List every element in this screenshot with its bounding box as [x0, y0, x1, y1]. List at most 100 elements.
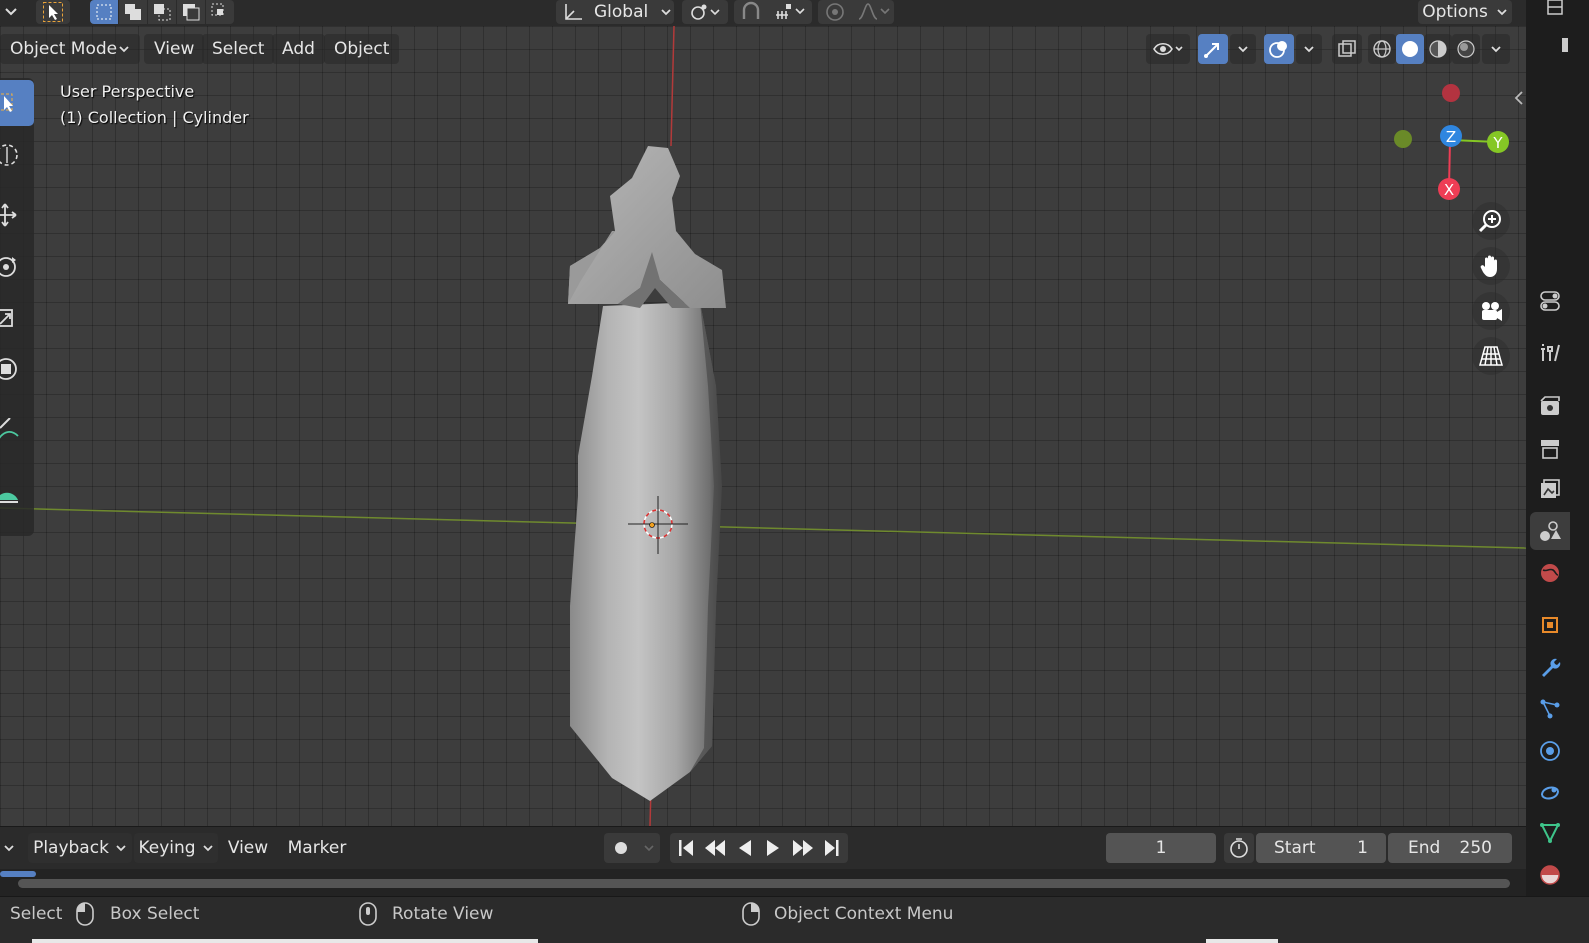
navigation-gizmo[interactable]: Z Y X — [1390, 76, 1526, 216]
sidebar-toggle-icon[interactable] — [1512, 88, 1526, 108]
output-tab-icon[interactable] — [1530, 430, 1570, 468]
visibility-dropdown[interactable] — [1146, 34, 1190, 64]
object-tab-icon[interactable] — [1530, 606, 1570, 644]
render-tab-icon[interactable] — [1530, 388, 1570, 426]
jump-start-icon[interactable] — [679, 840, 693, 856]
xray-toggle-icon[interactable] — [1332, 34, 1362, 64]
shading-dropdown[interactable] — [1482, 34, 1510, 64]
object-menu[interactable]: Object — [324, 34, 400, 64]
move-tool-icon[interactable] — [0, 192, 34, 238]
status-context-menu-label: Object Context Menu — [774, 904, 954, 924]
select-box-tool-icon[interactable] — [0, 80, 34, 126]
select-menu[interactable]: Select — [202, 34, 275, 64]
chevron-down-icon — [1491, 46, 1501, 53]
gizmo-x-axis[interactable]: X — [1438, 178, 1460, 200]
negative-y-dot[interactable] — [1394, 130, 1412, 148]
perspective-toggle-icon[interactable] — [1472, 337, 1510, 375]
marker-menu[interactable]: Marker — [282, 833, 352, 863]
gizmo-dropdown[interactable] — [1230, 34, 1256, 64]
play-reverse-icon[interactable] — [739, 840, 751, 856]
scale-tool-icon[interactable] — [0, 296, 34, 342]
wireframe-shading-icon[interactable] — [1368, 34, 1396, 64]
keying-menu[interactable]: Keying — [134, 833, 218, 863]
end-frame-field[interactable]: End 250 — [1388, 833, 1512, 863]
camera-view-icon[interactable] — [1472, 292, 1510, 330]
properties-icon[interactable] — [1554, 34, 1588, 58]
chevron-down-icon — [1304, 46, 1314, 53]
auto-keying-toggle[interactable] — [604, 833, 660, 863]
y-axis-line — [0, 507, 1526, 549]
particles-tab-icon[interactable] — [1530, 690, 1570, 728]
view-menu[interactable]: View — [144, 34, 205, 64]
rotate-tool-icon[interactable] — [0, 244, 34, 290]
snap-controls[interactable] — [734, 0, 812, 24]
jump-keyframe-forward-icon[interactable] — [793, 840, 813, 856]
select-invert-mode-icon[interactable] — [177, 0, 205, 24]
add-menu[interactable]: Add — [272, 34, 325, 64]
measure-tool-icon[interactable] — [0, 468, 34, 514]
world-tab-icon[interactable] — [1530, 554, 1570, 592]
left-mouse-icon — [74, 901, 96, 927]
tool-settings-tab-icon[interactable] — [1530, 282, 1570, 320]
scene-canvas[interactable] — [0, 26, 1526, 826]
overlays-toggle-icon[interactable] — [1264, 34, 1294, 64]
select-extend-mode-icon[interactable] — [119, 0, 147, 24]
play-icon[interactable] — [767, 840, 779, 856]
jump-keyframe-back-icon[interactable] — [705, 840, 725, 856]
data-tab-icon[interactable] — [1530, 814, 1570, 852]
chevron-down-icon — [661, 9, 671, 16]
modifier-tab-icon[interactable] — [1530, 648, 1570, 686]
status-bar: Select Box Select Rotate View Object Con… — [0, 896, 1589, 943]
stopwatch-icon[interactable] — [1224, 833, 1254, 863]
transform-tool-icon[interactable] — [0, 346, 34, 392]
pivot-point-dropdown[interactable] — [682, 0, 728, 24]
select-intersect-mode-icon[interactable] — [206, 0, 234, 24]
3d-viewport[interactable]: Object Mode View Select Add Object User … — [0, 26, 1526, 826]
options-label: Options — [1422, 2, 1488, 22]
chevron-down-icon[interactable] — [0, 0, 22, 24]
physics-tab-icon[interactable] — [1530, 732, 1570, 770]
material-tab-icon[interactable] — [1530, 856, 1570, 894]
timeline-scrollbar[interactable] — [18, 879, 1510, 888]
viewport-object-info: (1) Collection | Cylinder — [60, 108, 249, 127]
constraints-tab-icon[interactable] — [1530, 774, 1570, 812]
chevron-down-icon — [1497, 9, 1507, 16]
chevron-down-icon — [119, 46, 129, 53]
select-tool-icon[interactable] — [36, 0, 70, 24]
rendered-shading-icon[interactable] — [1452, 34, 1480, 64]
select-subtract-mode-icon[interactable] — [148, 0, 176, 24]
current-frame-field[interactable]: 1 — [1106, 833, 1216, 863]
editor-type-icon[interactable] — [1538, 0, 1578, 24]
timeline-scrub-area[interactable] — [0, 869, 1526, 897]
proportional-editing-controls[interactable] — [818, 0, 894, 24]
gizmo-z-axis[interactable]: Z — [1440, 125, 1462, 147]
playback-menu[interactable]: Playback — [28, 833, 132, 863]
timeline-view-menu[interactable]: View — [224, 833, 272, 863]
pan-hand-icon[interactable] — [1472, 247, 1510, 285]
zoom-icon[interactable] — [1472, 202, 1510, 240]
material-shading-icon[interactable] — [1424, 34, 1452, 64]
annotate-tool-icon[interactable] — [0, 408, 34, 454]
overlays-dropdown[interactable] — [1296, 34, 1322, 64]
gizmo-toggle-icon[interactable] — [1198, 34, 1228, 64]
negative-x-dot[interactable] — [1442, 84, 1460, 102]
cursor-tool-icon[interactable] — [0, 132, 34, 178]
svg-text:Z: Z — [1446, 128, 1456, 146]
solid-shading-icon[interactable] — [1396, 34, 1424, 64]
blender-window: Global Options Object Mode View Select A… — [0, 0, 1589, 943]
view-layer-tab-icon[interactable] — [1530, 470, 1570, 508]
object-mode-dropdown[interactable]: Object Mode — [0, 34, 140, 64]
tool-tab-icon[interactable] — [1530, 334, 1570, 372]
select-new-mode-icon[interactable] — [90, 0, 118, 24]
cylinder-object[interactable] — [568, 146, 726, 801]
playhead[interactable] — [0, 871, 36, 877]
transform-orientation-dropdown[interactable]: Global — [556, 0, 674, 24]
options-dropdown[interactable]: Options — [1418, 0, 1512, 24]
gizmo-y-axis[interactable]: Y — [1487, 131, 1509, 153]
chevron-down-icon[interactable] — [0, 833, 18, 863]
chevron-down-icon — [1238, 46, 1248, 53]
right-mouse-icon — [740, 901, 762, 927]
scene-tab-icon[interactable] — [1530, 512, 1570, 550]
jump-end-icon[interactable] — [825, 840, 839, 856]
start-frame-field[interactable]: Start 1 — [1256, 833, 1386, 863]
